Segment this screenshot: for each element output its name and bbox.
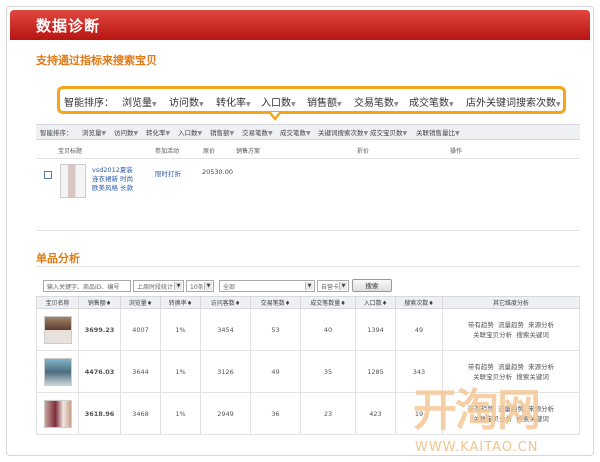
th-conversion[interactable]: 转换率♦ (160, 296, 201, 309)
sort-arrow-icon: ▼ (199, 101, 204, 108)
big-sort-deals[interactable]: 成交笔数▼ (409, 94, 454, 109)
th-views[interactable]: 浏览量♦ (120, 296, 161, 309)
big-sort-visits[interactable]: 访问数▼ (169, 94, 204, 109)
chevron-down-icon: ▼ (305, 282, 313, 290)
category-select[interactable]: 全部 ▼ (219, 280, 315, 292)
big-sort-entries[interactable]: 入口数▼ (261, 94, 296, 109)
sort-arrow-icon: ▼ (291, 101, 296, 108)
table-row: 3699.23 4007 1% 3454 53 40 1394 49 带有趋势 … (36, 308, 580, 351)
col-plan: 销售方案 (236, 148, 261, 155)
product-thumbnail[interactable] (60, 164, 86, 198)
item-checkbox[interactable] (44, 171, 52, 179)
col-discount: 折价 (357, 148, 370, 155)
kaitao-url: WWW.KAITAO.CN (415, 440, 539, 455)
big-sort-views[interactable]: 浏览量▼ (122, 94, 157, 109)
th-visitors[interactable]: 访问客数♦ (200, 296, 251, 309)
sort-arrow-icon: ▼ (337, 101, 342, 108)
chevron-down-icon: ▼ (204, 282, 212, 290)
kaitao-logo: 开淘网 (413, 385, 541, 436)
small-sort-sales[interactable]: 销售额▼ (210, 127, 234, 137)
col-activity: 参加活动 (155, 148, 180, 155)
type-select[interactable]: 自营卡 ▼ (317, 280, 349, 292)
small-sort-deals[interactable]: 成交笔数▼ (280, 127, 311, 137)
sort-arrow-icon: ▼ (556, 101, 561, 108)
keyword-input[interactable]: 输入关键字、商品ID、编号 (43, 280, 131, 292)
sort-arrow-icon: ▼ (152, 101, 157, 108)
th-searches[interactable]: 搜索次数♦ (395, 296, 443, 309)
small-sort-visits[interactable]: 访问数▼ (114, 127, 138, 137)
small-sort-entries[interactable]: 入口数▼ (178, 127, 202, 137)
th-trades[interactable]: 交易笔数♦ (250, 296, 301, 309)
chevron-down-icon: ▼ (174, 282, 182, 290)
count-select[interactable]: 10条 ▼ (186, 280, 214, 292)
col-actions: 操作 (450, 148, 463, 155)
th-item-name: 宝贝名称 (36, 296, 79, 309)
product-title[interactable]: vsd2012夏装 连衣裙新 时尚 欧美风格 长款 (92, 166, 133, 193)
small-sort-keyword-searches[interactable]: 关键词搜索次数▼ (318, 127, 368, 137)
th-other-analysis: 其它维度分析 (442, 296, 580, 309)
small-sort-views[interactable]: 浏览量▼ (82, 127, 106, 137)
big-sort-sales[interactable]: 销售额▼ (307, 94, 342, 109)
item-image[interactable] (43, 357, 72, 386)
product-activity[interactable]: 限时打折 (155, 168, 181, 178)
search-button[interactable]: 搜索 (352, 279, 392, 292)
item-image[interactable] (43, 315, 72, 344)
sort-arrow-icon: ▼ (449, 101, 454, 108)
big-sort-conversion[interactable]: 转化率▼ (216, 94, 251, 109)
th-sales[interactable]: 销售额♦ (78, 296, 121, 309)
th-entries[interactable]: 入口数♦ (355, 296, 396, 309)
small-sort-related-sales[interactable]: 关联销售量比▼ (416, 127, 460, 137)
section-title-search: 支持通过指标来搜索宝贝 (36, 54, 157, 67)
sort-arrow-icon: ▼ (394, 101, 399, 108)
item-image[interactable] (43, 399, 72, 428)
col-title: 宝贝标题 (58, 148, 83, 155)
big-sort-label: 智能排序： (64, 98, 114, 109)
page-title: 数据诊断 (36, 17, 101, 35)
small-sort-items-sold[interactable]: 成交宝贝数▼ (370, 127, 407, 137)
chevron-down-icon: ▼ (339, 282, 347, 290)
small-sort-label: 智能排序： (40, 129, 73, 137)
sort-arrow-icon: ▼ (246, 101, 251, 108)
big-sort-trades[interactable]: 交易笔数▼ (354, 94, 399, 109)
product-price: 20530.00 (202, 168, 234, 176)
section-title-single-analysis: 单品分析 (36, 252, 80, 265)
small-sort-conversion[interactable]: 转化率▼ (146, 127, 170, 137)
big-sort-keyword-searches[interactable]: 店外关键词搜索次数▼ (466, 94, 561, 109)
header-bar: 数据诊断 (10, 10, 590, 40)
col-price: 原价 (203, 148, 216, 155)
small-sort-trades[interactable]: 交易笔数▼ (242, 127, 273, 137)
period-select[interactable]: 上周时段统计 ▼ (133, 280, 184, 292)
th-deals[interactable]: 成交笔数量♦ (300, 296, 356, 309)
analysis-links[interactable]: 带有趋势 流量趋势 来源分析 关联宝贝分析 搜索关键词 (442, 308, 580, 351)
